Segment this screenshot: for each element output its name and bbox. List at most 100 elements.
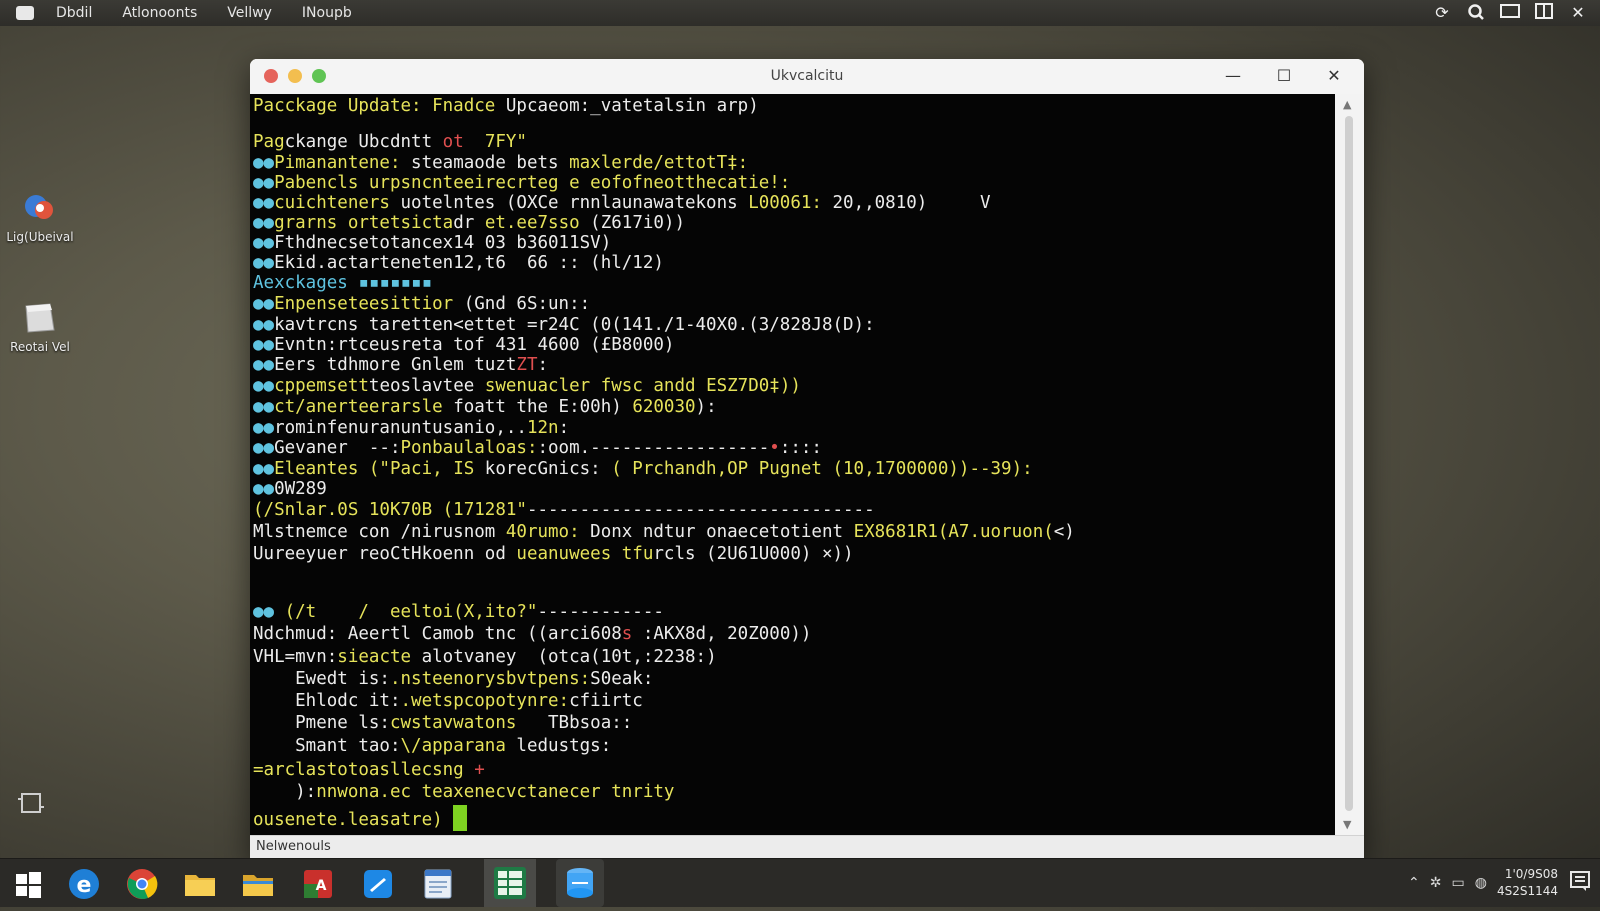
terminal-text: ESZ7D0‡)): [695, 376, 801, 396]
app-icon-blue[interactable]: [360, 866, 396, 902]
file-explorer-icon[interactable]: [240, 866, 276, 902]
app-icon-red[interactable]: A: [300, 866, 336, 902]
terminal-line: ):nnwona.ec teaxenecvctanecer tnrity: [253, 782, 674, 803]
terminal-text: cppemsett: [274, 376, 369, 396]
display-icon[interactable]: ▭: [1452, 875, 1465, 891]
terminal-text: ot: [442, 132, 485, 152]
scroll-up-icon[interactable]: ▲: [1343, 98, 1351, 111]
terminal-text: ●●: [253, 153, 275, 173]
terminal-text: :: [537, 355, 549, 375]
menubar-status-icons: ⟳ ✕: [1432, 3, 1588, 23]
terminal-text: alotvaney (otca(10t,:2238:): [421, 647, 717, 667]
menu-item[interactable]: Vellwy: [227, 5, 272, 21]
browser-icon: [22, 190, 58, 226]
terminal-text: rcls (2U61U000) ×)): [653, 544, 854, 564]
terminal-line: ●●cuichteners uotelntes (OXCe rnnlaunawa…: [253, 193, 991, 214]
desktop-icon-browser[interactable]: Lig(Ubeival: [0, 190, 80, 244]
terminal-text: (Z617i0)): [590, 213, 685, 233]
terminal-line: ●●Gevaner --:Ponbaulaloas::oom.---------…: [253, 438, 822, 459]
taskbar: e A ⌃ ✲ ▭ ◍ 1'0/9S08 4S2S1144: [0, 858, 1600, 907]
terminal-text: ●●: [253, 294, 275, 314]
desktop-icon-label: Reotai Vel: [10, 340, 70, 354]
terminal-text: cuichteners: [274, 193, 401, 213]
notification-icon[interactable]: [1568, 869, 1592, 897]
top-menu-bar: Dbdil Atlonoonts Vellwy INoupb ⟳ ✕: [0, 0, 1600, 26]
terminal-text: Eleantes ("Paci, IS: [274, 459, 485, 479]
terminal-text: ●●: [253, 173, 275, 193]
terminal-line: Ewedt is:.nsteenorysbvtpens:S0eak:: [253, 669, 653, 690]
clock[interactable]: 1'0/9S08 4S2S1144: [1497, 866, 1558, 900]
terminal-text: Gevaner --:: [274, 438, 401, 458]
notepad-icon[interactable]: [420, 866, 456, 902]
terminal-text: .nsteenorysbvtpens:: [389, 669, 591, 689]
minimize-icon[interactable]: —: [1222, 65, 1244, 87]
terminal-text: foatt the E:00h): [442, 397, 633, 417]
terminal-line: Ehlodc it:.wetspcopotynre:cfiirtc: [253, 691, 643, 712]
terminal-text: Pacckage Update: Fnadce: [253, 96, 506, 116]
terminal-text: L00061:: [748, 193, 822, 213]
close-icon[interactable]: ✕: [1323, 65, 1345, 87]
terminal-text: Mlstnemce con /nirusnom: [253, 522, 506, 542]
terminal-text: :oom.-----------------: [537, 438, 770, 458]
file-icon: [22, 300, 58, 336]
terminal-text: ::::: [779, 438, 822, 458]
system-menu-icon[interactable]: [16, 6, 34, 20]
terminal-line: ●●Pimanantene: steamaode bets maxlerde/e…: [253, 153, 748, 174]
clock-time: 1'0/9S08: [1504, 867, 1558, 881]
terminal-text: (/Snlar.0S 10K70B (171281": [253, 500, 527, 520]
terminal-text: Enpenseteesittior: [274, 294, 464, 314]
window-titlebar[interactable]: Ukvcalcitu — ☐ ✕: [250, 59, 1364, 94]
terminal-text: :: [558, 418, 570, 438]
terminal-line: (/Snlar.0S 10K70B (171281"--------------…: [253, 500, 875, 521]
vertical-scrollbar[interactable]: ▲ ▼: [1335, 94, 1364, 835]
terminal-text: •: [769, 438, 780, 458]
search-icon[interactable]: [1466, 3, 1486, 23]
terminal-text: ):: [253, 782, 317, 802]
terminal-line: ●●grarns ortetsictadr et.ee7sso (Z617i0)…: [253, 213, 685, 234]
terminal-text: kavtrcns taretten<ettet =r24C (0(141./1-…: [274, 315, 875, 335]
terminal-text: :AKX8d, 20Z000)): [632, 624, 812, 644]
menu-item[interactable]: Dbdil: [56, 5, 92, 21]
terminal-text: maxlerde/ettotT‡:: [569, 153, 749, 173]
book-icon[interactable]: [1534, 3, 1554, 23]
terminal-text: VHL=mvn:: [253, 647, 338, 667]
terminal-text: eeltoi(X,ito?": [389, 602, 538, 622]
terminal-cursor: [453, 805, 468, 831]
terminal-text: ●●: [253, 315, 275, 335]
close-icon[interactable]: ✕: [1568, 3, 1588, 23]
folder-icon[interactable]: [182, 866, 218, 902]
database-app-icon[interactable]: [556, 859, 604, 907]
terminal-text: Pmene ls:: [253, 713, 390, 733]
menu-item[interactable]: Atlonoonts: [122, 5, 197, 21]
desktop-widget-icon[interactable]: [18, 790, 44, 816]
terminal-text: korecGnics:: [484, 459, 612, 479]
terminal-text: ●●: [253, 479, 275, 499]
spreadsheet-app-icon[interactable]: [484, 859, 536, 907]
maximize-icon[interactable]: ☐: [1273, 65, 1295, 87]
terminal-text: \/apparana: [400, 736, 517, 756]
terminal-text: (/t /: [284, 602, 390, 622]
network-icon[interactable]: ✲: [1430, 875, 1442, 891]
start-button[interactable]: [10, 866, 46, 902]
volume-icon[interactable]: ◍: [1475, 875, 1487, 891]
scroll-down-icon[interactable]: ▼: [1343, 818, 1351, 831]
terminal-text: Ndchmud:: [253, 624, 348, 644]
terminal-text: swenuacler fwsc andd: [484, 376, 696, 396]
terminal-text: ▪▪▪▪▪▪▪: [358, 273, 433, 293]
terminal-text: (Gnd 6S:un::: [463, 294, 591, 314]
chrome-browser-icon[interactable]: [124, 866, 160, 902]
terminal-output[interactable]: Pacckage Update: Fnadce Upcaeom:_vatetal…: [250, 94, 1335, 835]
refresh-icon[interactable]: ⟳: [1432, 3, 1452, 23]
terminal-text: ●●: [253, 418, 275, 438]
terminal-text: Smant tao:: [253, 736, 401, 756]
terminal-text: ct/anerteerarsle: [274, 397, 443, 417]
terminal-line: Pagckange Ubcdntt ot 7FY": [253, 132, 527, 153]
terminal-line: ●●Ekid.actarteneten12,t6 66 :: (hl/12): [253, 253, 664, 274]
desktop-icon-file[interactable]: Reotai Vel: [0, 300, 80, 354]
edge-browser-icon[interactable]: e: [66, 866, 102, 902]
menu-item[interactable]: INoupb: [302, 5, 352, 21]
terminal-text: ●●: [253, 438, 275, 458]
window-icon[interactable]: [1500, 3, 1520, 23]
scrollbar-thumb[interactable]: [1345, 116, 1353, 811]
chevron-up-icon[interactable]: ⌃: [1408, 875, 1420, 891]
